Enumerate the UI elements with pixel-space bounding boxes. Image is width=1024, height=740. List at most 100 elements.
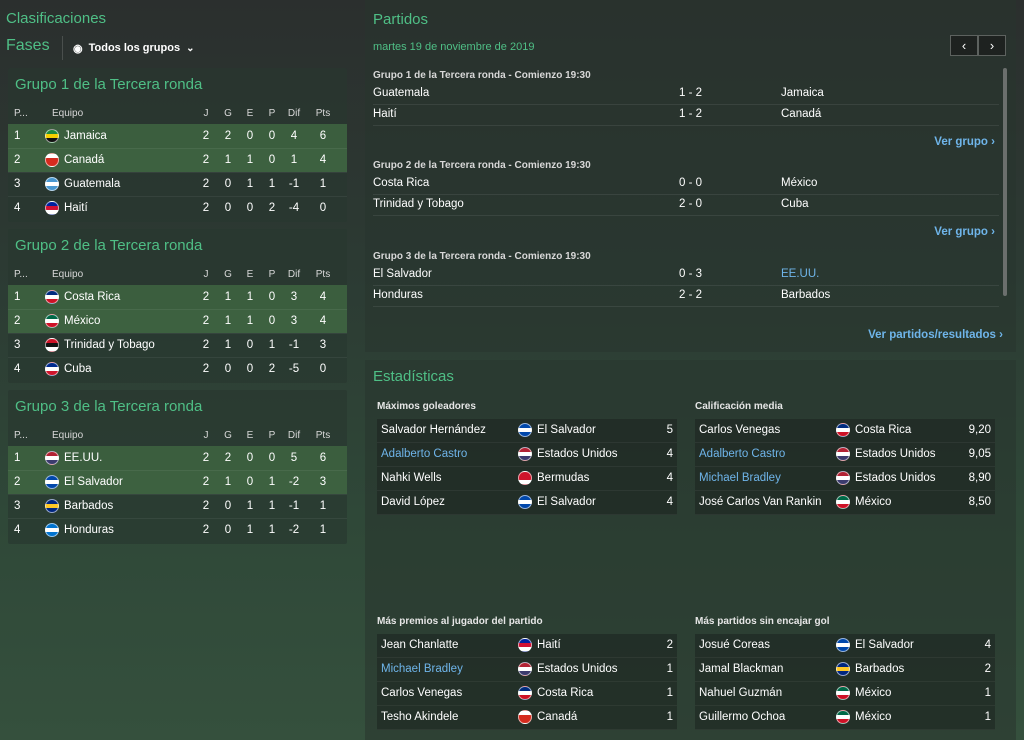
player-team[interactable]: El Salvador bbox=[537, 424, 596, 436]
away-team[interactable]: México bbox=[781, 177, 817, 189]
header-g[interactable]: G bbox=[222, 426, 234, 444]
header-team[interactable]: Equipo bbox=[52, 104, 83, 122]
view-group-link[interactable]: Ver grupo › bbox=[934, 136, 995, 148]
player-team[interactable]: Estados Unidos bbox=[855, 472, 936, 484]
player-name[interactable]: Nahuel Guzmán bbox=[699, 687, 782, 699]
standings-row[interactable]: 4 Cuba 2 0 0 2 -5 0 bbox=[8, 357, 347, 381]
player-name[interactable]: Tesho Akindele bbox=[381, 711, 458, 723]
home-team[interactable]: Honduras bbox=[373, 289, 423, 301]
match-row[interactable]: Haití 1 - 2 Canadá bbox=[373, 105, 999, 126]
player-team[interactable]: Costa Rica bbox=[537, 687, 593, 699]
team-name[interactable]: México bbox=[64, 309, 100, 333]
team-name[interactable]: EE.UU. bbox=[64, 446, 102, 470]
stat-row[interactable]: David López El Salvador 4 bbox=[377, 491, 677, 515]
player-name[interactable]: Adalberto Castro bbox=[381, 448, 467, 460]
player-name[interactable]: Michael Bradley bbox=[699, 472, 781, 484]
player-team[interactable]: Haití bbox=[537, 639, 561, 651]
header-e[interactable]: E bbox=[244, 426, 256, 444]
player-team[interactable]: Canadá bbox=[537, 711, 577, 723]
team-name[interactable]: Haití bbox=[64, 196, 88, 220]
header-dif[interactable]: Dif bbox=[284, 426, 304, 444]
stat-row[interactable]: José Carlos Van Rankin México 8,50 bbox=[695, 491, 995, 515]
header-p[interactable]: P bbox=[266, 104, 278, 122]
team-name[interactable]: Honduras bbox=[64, 518, 114, 542]
team-name[interactable]: Costa Rica bbox=[64, 285, 120, 309]
team-name[interactable]: Trinidad y Tobago bbox=[64, 333, 155, 357]
standings-row[interactable]: 4 Honduras 2 0 1 1 -2 1 bbox=[8, 518, 347, 542]
stat-row[interactable]: Carlos Venegas Costa Rica 1 bbox=[377, 682, 677, 706]
player-name[interactable]: Michael Bradley bbox=[381, 663, 463, 675]
header-j[interactable]: J bbox=[200, 265, 212, 283]
team-name[interactable]: Canadá bbox=[64, 148, 104, 172]
header-team[interactable]: Equipo bbox=[52, 265, 83, 283]
player-team[interactable]: El Salvador bbox=[855, 639, 914, 651]
standings-row[interactable]: 3 Trinidad y Tobago 2 1 0 1 -1 3 bbox=[8, 333, 347, 357]
stat-row[interactable]: Jean Chanlatte Haití 2 bbox=[377, 634, 677, 658]
team-name[interactable]: Jamaica bbox=[64, 124, 107, 148]
stat-row[interactable]: Tesho Akindele Canadá 1 bbox=[377, 706, 677, 730]
match-score[interactable]: 0 - 0 bbox=[668, 177, 713, 189]
away-team[interactable]: EE.UU. bbox=[781, 268, 819, 280]
stat-row[interactable]: Nahuel Guzmán México 1 bbox=[695, 682, 995, 706]
match-score[interactable]: 2 - 2 bbox=[668, 289, 713, 301]
player-name[interactable]: Adalberto Castro bbox=[699, 448, 785, 460]
player-team[interactable]: Estados Unidos bbox=[537, 448, 618, 460]
match-score[interactable]: 2 - 0 bbox=[668, 198, 713, 210]
header-team[interactable]: Equipo bbox=[52, 426, 83, 444]
player-name[interactable]: Carlos Venegas bbox=[699, 424, 780, 436]
player-team[interactable]: Estados Unidos bbox=[537, 663, 618, 675]
match-row[interactable]: Honduras 2 - 2 Barbados bbox=[373, 286, 999, 307]
standings-row[interactable]: 3 Guatemala 2 0 1 1 -1 1 bbox=[8, 172, 347, 196]
match-row[interactable]: Trinidad y Tobago 2 - 0 Cuba bbox=[373, 195, 999, 216]
group-filter-dropdown[interactable]: ◉ Todos los grupos ⌄ bbox=[62, 36, 204, 60]
player-team[interactable]: Bermudas bbox=[537, 472, 589, 484]
standings-row[interactable]: 1 EE.UU. 2 2 0 0 5 6 bbox=[8, 446, 347, 470]
standings-row[interactable]: 2 México 2 1 1 0 3 4 bbox=[8, 309, 347, 333]
standings-row[interactable]: 3 Barbados 2 0 1 1 -1 1 bbox=[8, 494, 347, 518]
away-team[interactable]: Cuba bbox=[781, 198, 809, 210]
player-name[interactable]: Josué Coreas bbox=[699, 639, 770, 651]
header-e[interactable]: E bbox=[244, 104, 256, 122]
home-team[interactable]: Haití bbox=[373, 108, 397, 120]
player-name[interactable]: Nahki Wells bbox=[381, 472, 442, 484]
stat-row[interactable]: Michael Bradley Estados Unidos 1 bbox=[377, 658, 677, 682]
header-pts[interactable]: Pts bbox=[313, 265, 333, 283]
header-g[interactable]: G bbox=[222, 104, 234, 122]
player-team[interactable]: México bbox=[855, 687, 891, 699]
player-name[interactable]: Salvador Hernández bbox=[381, 424, 486, 436]
home-team[interactable]: Trinidad y Tobago bbox=[373, 198, 464, 210]
player-team[interactable]: Costa Rica bbox=[855, 424, 911, 436]
header-pts[interactable]: Pts bbox=[313, 426, 333, 444]
view-matches-results-link[interactable]: Ver partidos/resultados › bbox=[868, 329, 1003, 341]
player-team[interactable]: México bbox=[855, 496, 891, 508]
standings-row[interactable]: 2 Canadá 2 1 1 0 1 4 bbox=[8, 148, 347, 172]
stat-row[interactable]: Adalberto Castro Estados Unidos 9,05 bbox=[695, 443, 995, 467]
header-j[interactable]: J bbox=[200, 426, 212, 444]
home-team[interactable]: Costa Rica bbox=[373, 177, 429, 189]
player-team[interactable]: El Salvador bbox=[537, 496, 596, 508]
header-g[interactable]: G bbox=[222, 265, 234, 283]
match-row[interactable]: Costa Rica 0 - 0 México bbox=[373, 174, 999, 195]
view-group-link[interactable]: Ver grupo › bbox=[934, 226, 995, 238]
player-name[interactable]: José Carlos Van Rankin bbox=[699, 496, 822, 508]
stat-row[interactable]: Josué Coreas El Salvador 4 bbox=[695, 634, 995, 658]
header-dif[interactable]: Dif bbox=[284, 265, 304, 283]
standings-row[interactable]: 4 Haití 2 0 0 2 -4 0 bbox=[8, 196, 347, 220]
away-team[interactable]: Canadá bbox=[781, 108, 821, 120]
match-row[interactable]: Guatemala 1 - 2 Jamaica bbox=[373, 84, 999, 105]
prev-day-button[interactable]: ‹ bbox=[950, 35, 978, 56]
player-name[interactable]: David López bbox=[381, 496, 445, 508]
match-score[interactable]: 0 - 3 bbox=[668, 268, 713, 280]
team-name[interactable]: Barbados bbox=[64, 494, 113, 518]
header-e[interactable]: E bbox=[244, 265, 256, 283]
standings-row[interactable]: 2 El Salvador 2 1 0 1 -2 3 bbox=[8, 470, 347, 494]
standings-row[interactable]: 1 Costa Rica 2 1 1 0 3 4 bbox=[8, 285, 347, 309]
match-row[interactable]: El Salvador 0 - 3 EE.UU. bbox=[373, 265, 999, 286]
header-pos[interactable]: P... bbox=[14, 265, 28, 283]
next-day-button[interactable]: › bbox=[978, 35, 1006, 56]
header-pos[interactable]: P... bbox=[14, 104, 28, 122]
player-team[interactable]: Barbados bbox=[855, 663, 904, 675]
home-team[interactable]: Guatemala bbox=[373, 87, 429, 99]
home-team[interactable]: El Salvador bbox=[373, 268, 432, 280]
stat-row[interactable]: Jamal Blackman Barbados 2 bbox=[695, 658, 995, 682]
